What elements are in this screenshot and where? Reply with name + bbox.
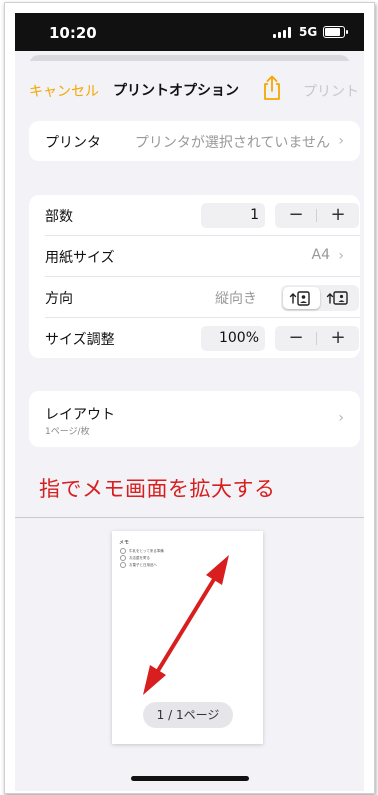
portrait-icon [289,291,310,306]
copies-stepper: − + [275,203,359,228]
copies-minus-button[interactable]: − [275,203,317,228]
scaling-input[interactable]: 100% [201,326,265,351]
scaling-row: サイズ調整 100% − + [45,318,360,358]
scaling-plus-button[interactable]: + [317,326,359,351]
network-type: 5G [299,25,318,39]
layout-label: レイアウト [45,407,115,423]
preview-list-item: 牛乳をとって来る準備 [120,548,164,554]
preview-list-item: お店屋を寄る [120,555,150,561]
paper-size-value: A4 [311,247,330,263]
battery-icon [323,26,348,38]
share-icon[interactable] [261,75,283,101]
printer-label: プリンタ [45,135,101,151]
chevron-right-icon: › [338,248,344,264]
phone-screen: 10:20 5G キャンセル プリントオプション プリント プリンタ プリンタが… [15,13,364,791]
status-time: 10:20 [49,24,97,42]
printer-row[interactable]: プリンタ プリンタが選択されていません › [45,121,360,161]
page-title: プリントオプション [113,83,239,99]
orientation-label: 方向 [45,291,73,307]
layout-row[interactable]: レイアウト 1ページ/枚 › [45,391,360,447]
landscape-button[interactable] [320,287,357,309]
copies-input[interactable]: 1 [201,203,265,228]
nav-bar: キャンセル プリントオプション プリント [15,61,364,113]
page-count-badge: 1 / 1ページ [143,702,233,728]
home-indicator [131,776,249,781]
orientation-value: 縦向き [215,291,257,307]
preview-page-title: メモ [119,540,130,546]
scaling-minus-button[interactable]: − [275,326,317,351]
screenshot-frame: 10:20 5G キャンセル プリントオプション プリント プリンタ プリンタが… [4,2,375,794]
chevron-right-icon: › [338,133,344,149]
scaling-stepper: − + [275,326,359,351]
copies-label: 部数 [45,209,73,225]
signal-icon [273,27,291,38]
print-button[interactable]: プリント [303,81,359,101]
cancel-button[interactable]: キャンセル [29,81,99,101]
landscape-icon [326,291,348,305]
copies-row: 部数 1 − + [45,195,360,236]
chevron-right-icon: › [338,410,344,426]
portrait-button[interactable] [283,287,320,309]
paper-size-row[interactable]: 用紙サイズ A4 › [45,236,360,277]
printer-value: プリンタが選択されていません [134,135,330,151]
orientation-row: 方向 縦向き [45,277,360,318]
status-bar: 10:20 5G [15,13,364,51]
scaling-label: サイズ調整 [45,332,115,348]
layout-subtitle: 1ページ/枚 [45,427,90,437]
printer-card: プリンタ プリンタが選択されていません › [29,121,360,161]
settings-card: 部数 1 − + 用紙サイズ A4 › 方向 縦向き サイズ調整 100% − … [29,195,360,358]
layout-card: レイアウト 1ページ/枚 › [29,391,360,447]
paper-size-label: 用紙サイズ [45,250,115,266]
annotation-text: 指でメモ画面を拡大する [39,477,276,501]
orientation-toggle [281,285,359,311]
copies-plus-button[interactable]: + [317,203,359,228]
preview-list-item: お菓子と日用品へ [120,562,157,568]
